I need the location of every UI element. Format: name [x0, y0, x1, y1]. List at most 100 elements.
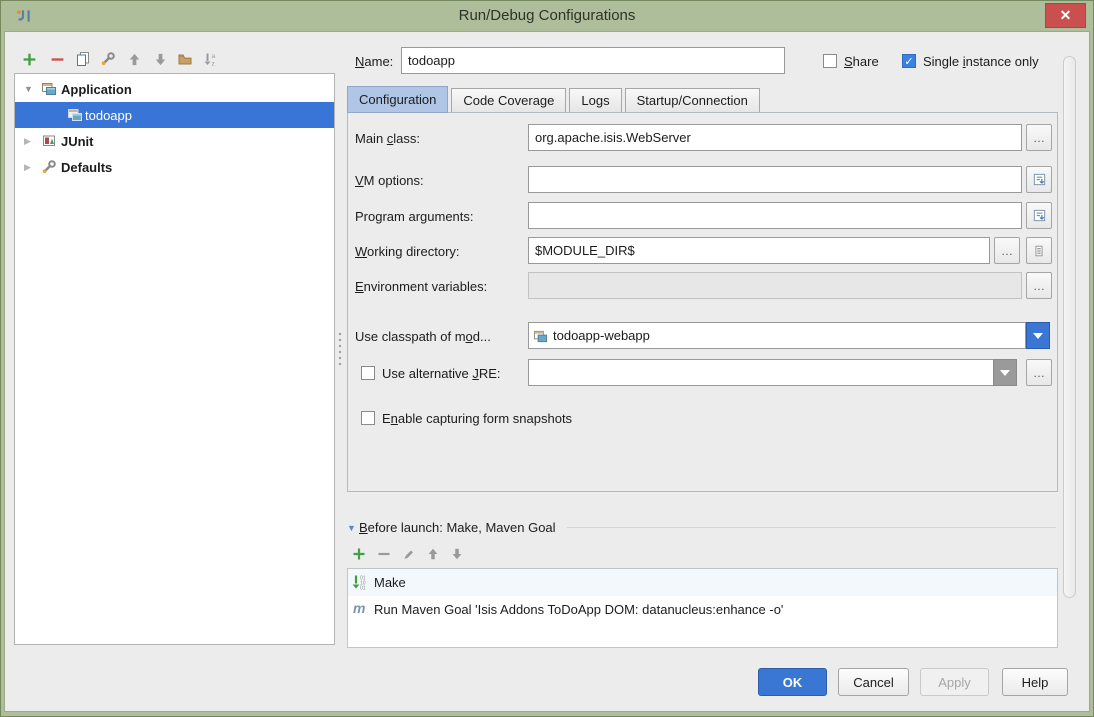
alternative-jre-label: Use alternative JRE: [382, 366, 501, 381]
main-class-input[interactable]: org.apache.isis.WebServer [528, 124, 1022, 151]
chevron-down-icon [1000, 370, 1010, 376]
browse-dots-icon: … [1033, 279, 1045, 293]
window-title: Run/Debug Configurations [459, 7, 636, 24]
tab-configuration[interactable]: Configuration [347, 86, 448, 113]
run-debug-configurations-dialog: Run/Debug Configurations ✕ [0, 0, 1094, 717]
tree-item-label: JUnit [61, 134, 94, 149]
browse-dots-icon: … [1033, 366, 1045, 380]
help-button[interactable]: Help [1002, 668, 1068, 696]
vertical-scrollbar[interactable] [1063, 56, 1076, 598]
insert-macro-button[interactable] [1026, 237, 1052, 264]
titlebar: Run/Debug Configurations ✕ [0, 0, 1094, 31]
intellij-logo-icon [16, 7, 34, 25]
expand-editor-icon [1032, 172, 1047, 187]
environment-variables-input [528, 272, 1022, 299]
check-icon: ✓ [904, 55, 913, 68]
vm-options-input[interactable] [528, 166, 1022, 193]
svg-text:a: a [212, 53, 216, 60]
main-class-label: Main class: [355, 131, 420, 146]
classpath-module-combobox[interactable]: todoapp-webapp [528, 322, 1026, 349]
environment-variables-label: Environment variables: [355, 279, 487, 294]
before-launch-item-maven-goal[interactable]: m Run Maven Goal 'Isis Addons ToDoApp DO… [348, 596, 1057, 623]
close-icon: ✕ [1060, 0, 1072, 31]
alternative-jre-combobox[interactable] [528, 359, 994, 386]
main-class-browse-button[interactable]: … [1026, 124, 1052, 151]
name-label: Name: [355, 54, 393, 69]
panel-splitter[interactable] [336, 73, 345, 645]
name-input[interactable]: todoapp [401, 47, 785, 74]
close-button[interactable]: ✕ [1045, 3, 1086, 28]
macro-list-icon [1032, 244, 1046, 258]
tree-item-application[interactable]: ▼ Application [15, 76, 334, 102]
module-icon [533, 329, 548, 344]
svg-text:z: z [212, 61, 215, 68]
svg-text:01: 01 [360, 586, 366, 591]
browse-dots-icon: … [1001, 244, 1013, 258]
alternative-jre-checkbox[interactable] [361, 366, 375, 380]
edit-defaults-button[interactable] [99, 50, 117, 68]
sort-configurations-button[interactable]: a z [202, 50, 220, 68]
tree-item-defaults[interactable]: ▶ Defaults [15, 154, 334, 180]
working-directory-browse-button[interactable]: … [994, 237, 1020, 264]
before-launch-header: Before launch: Make, Maven Goal [359, 520, 556, 535]
form-snapshots-label: Enable capturing form snapshots [382, 411, 572, 426]
tree-item-junit[interactable]: ▶ JUnit [15, 128, 334, 154]
expand-editor-icon [1032, 208, 1047, 223]
before-launch-add-button[interactable] [350, 545, 368, 563]
tab-code-coverage[interactable]: Code Coverage [451, 88, 566, 113]
before-launch-collapse-icon[interactable]: ▼ [347, 523, 356, 533]
ok-button[interactable]: OK [758, 668, 827, 696]
collapsed-arrow-icon[interactable]: ▶ [24, 162, 31, 173]
tree-item-todoapp[interactable]: todoapp [15, 102, 334, 128]
vm-options-label: VM options: [355, 173, 424, 188]
alternative-jre-browse-button[interactable]: … [1026, 359, 1052, 386]
tree-item-label: Defaults [61, 160, 112, 175]
tab-startup-connection[interactable]: Startup/Connection [625, 88, 760, 113]
collapsed-arrow-icon[interactable]: ▶ [24, 136, 31, 147]
vm-options-expand-button[interactable] [1026, 166, 1052, 193]
tree-item-label: todoapp [85, 108, 132, 123]
working-directory-label: Working directory: [355, 244, 460, 259]
remove-configuration-button[interactable] [48, 50, 66, 68]
junit-icon [41, 133, 57, 149]
tab-logs[interactable]: Logs [569, 88, 621, 113]
before-launch-item-label: Run Maven Goal 'Isis Addons ToDoApp DOM:… [374, 602, 783, 617]
form-snapshots-checkbox[interactable] [361, 411, 375, 425]
single-instance-checkbox[interactable]: ✓ [902, 54, 916, 68]
program-arguments-expand-button[interactable] [1026, 202, 1052, 229]
program-arguments-input[interactable] [528, 202, 1022, 229]
application-icon [41, 81, 57, 97]
before-launch-item-make[interactable]: 01 10 01 Make [348, 569, 1057, 596]
before-launch-remove-button[interactable] [375, 545, 393, 563]
environment-variables-browse-button[interactable]: … [1026, 272, 1052, 299]
splitter-grip-icon [338, 331, 342, 365]
expanded-arrow-icon[interactable]: ▼ [24, 84, 33, 94]
application-icon [67, 107, 83, 123]
move-up-button[interactable] [125, 50, 143, 68]
single-instance-label: Single instance only [923, 54, 1039, 69]
new-folder-button[interactable] [176, 50, 194, 68]
program-arguments-label: Program arguments: [355, 209, 474, 224]
share-label: Share [844, 54, 879, 69]
copy-configuration-button[interactable] [74, 50, 92, 68]
apply-button: Apply [920, 668, 989, 696]
alternative-jre-dropdown-button[interactable] [993, 359, 1017, 386]
classpath-module-label: Use classpath of mod... [355, 329, 491, 344]
configurations-tree: ▼ Application todoapp [14, 73, 335, 645]
share-checkbox[interactable] [823, 54, 837, 68]
before-launch-edit-button[interactable] [400, 545, 418, 563]
before-launch-list: 01 10 01 Make m Run Maven Goal 'Isis Add… [347, 568, 1058, 648]
working-directory-input[interactable]: $MODULE_DIR$ [528, 237, 990, 264]
chevron-down-icon [1033, 333, 1043, 339]
cancel-button[interactable]: Cancel [838, 668, 909, 696]
before-launch-separator [567, 527, 1056, 528]
browse-dots-icon: … [1033, 131, 1045, 145]
add-configuration-button[interactable] [20, 50, 38, 68]
before-launch-move-down-button[interactable] [448, 545, 466, 563]
make-icon: 01 10 01 [352, 574, 368, 590]
tree-item-label: Application [61, 82, 132, 97]
settings-wrench-icon [41, 159, 57, 175]
classpath-module-dropdown-button[interactable] [1026, 322, 1050, 349]
move-down-button[interactable] [151, 50, 169, 68]
before-launch-move-up-button[interactable] [424, 545, 442, 563]
